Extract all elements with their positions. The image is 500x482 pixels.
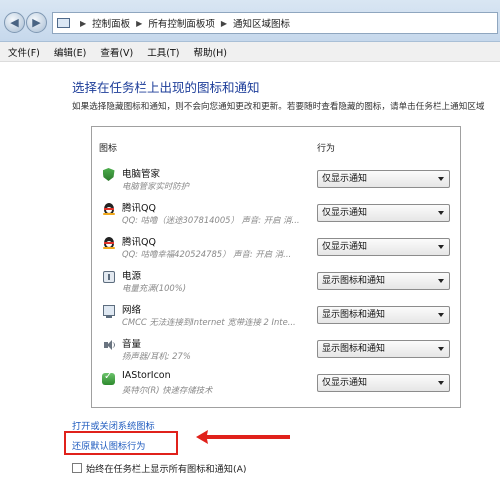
- network-icon: [102, 304, 115, 318]
- list-item: IAStorIcon 英特尔(R) 快速存储技术 仅显示通知: [92, 369, 460, 403]
- column-header-behavior: 行为: [317, 144, 336, 154]
- list-item: 腾讯QQ QQ: 咕噜（迷途307814005） 声音: 开启 消... 仅显示…: [92, 199, 460, 233]
- dropdown-arrow-icon: [438, 313, 444, 317]
- back-button[interactable]: ◀: [4, 12, 25, 33]
- item-name: IAStorIcon: [122, 370, 171, 381]
- item-name: 电源: [122, 271, 142, 282]
- breadcrumb-control-panel[interactable]: 控制面板: [92, 16, 130, 30]
- qq-icon: [102, 236, 115, 249]
- notification-icon-list[interactable]: 图标 行为 电脑管家 电脑管家实时防护 仅显示通知 腾讯QQ QQ: 咕噜（迷途…: [91, 126, 461, 408]
- list-item: 电源 电量充满(100%) 显示图标和通知: [92, 267, 460, 301]
- behavior-value: 仅显示通知: [322, 378, 368, 388]
- highlight-box: [64, 431, 178, 455]
- menu-help[interactable]: 帮助(H): [193, 45, 227, 59]
- item-description: 扬声器/耳机: 27%: [122, 351, 191, 361]
- page-title: 选择在任务栏上出现的图标和通知: [72, 80, 260, 95]
- item-name: 网络: [122, 305, 142, 316]
- breadcrumb-all-items[interactable]: 所有控制面板项: [148, 16, 215, 30]
- red-arrow-icon: [196, 430, 290, 444]
- item-description: CMCC 无法连接到Internet 宽带连接 2 Inte...: [122, 317, 296, 327]
- show-all-icons-option[interactable]: 始终在任务栏上显示所有图标和通知(A): [72, 461, 246, 475]
- dropdown-arrow-icon: [438, 245, 444, 249]
- item-description: 英特尔(R) 快速存储技术: [122, 385, 213, 395]
- dropdown-arrow-icon: [438, 347, 444, 351]
- item-description: QQ: 咕噜（迷途307814005） 声音: 开启 消...: [122, 215, 300, 225]
- breadcrumb-notification-icons[interactable]: 通知区域图标: [233, 16, 290, 30]
- item-name: 腾讯QQ: [122, 237, 156, 248]
- window-titlebar: ◀ ▶ ▶ 控制面板 ▶ 所有控制面板项 ▶ 通知区域图标: [0, 0, 500, 42]
- behavior-value: 显示图标和通知: [322, 276, 386, 286]
- behavior-select[interactable]: 仅显示通知: [317, 170, 450, 188]
- menu-edit[interactable]: 编辑(E): [54, 45, 86, 59]
- system-icons-link[interactable]: 打开或关闭系统图标: [72, 418, 155, 432]
- list-item: 音量 扬声器/耳机: 27% 显示图标和通知: [92, 335, 460, 369]
- item-name: 电脑管家: [122, 169, 161, 180]
- item-description: 电脑管家实时防护: [122, 181, 189, 191]
- menu-tools[interactable]: 工具(T): [147, 45, 179, 59]
- behavior-value: 仅显示通知: [322, 174, 368, 184]
- chevron-right-icon: ▶: [80, 18, 87, 28]
- volume-icon: [102, 338, 115, 351]
- behavior-select[interactable]: 显示图标和通知: [317, 272, 450, 290]
- menu-bar: 文件(F) 编辑(E) 查看(V) 工具(T) 帮助(H): [0, 42, 500, 62]
- dropdown-arrow-icon: [438, 279, 444, 283]
- list-item: 网络 CMCC 无法连接到Internet 宽带连接 2 Inte... 显示图…: [92, 301, 460, 335]
- item-name: 音量: [122, 339, 142, 350]
- menu-view[interactable]: 查看(V): [100, 45, 133, 59]
- address-bar[interactable]: ▶ 控制面板 ▶ 所有控制面板项 ▶ 通知区域图标: [52, 12, 498, 34]
- shield-icon: [102, 168, 115, 181]
- behavior-value: 仅显示通知: [322, 242, 368, 252]
- item-description: QQ: 咕噜幸福420524785） 声音: 开启 消...: [122, 249, 292, 259]
- list-item: 电脑管家 电脑管家实时防护 仅显示通知: [92, 165, 460, 199]
- column-header-icon: 图标: [99, 144, 118, 154]
- dropdown-arrow-icon: [438, 381, 444, 385]
- power-icon: [102, 270, 115, 283]
- qq-icon: [102, 202, 115, 215]
- chevron-right-icon: ▶: [220, 18, 227, 28]
- behavior-select[interactable]: 仅显示通知: [317, 374, 450, 392]
- iastor-icon: [102, 371, 115, 385]
- dropdown-arrow-icon: [438, 177, 444, 181]
- behavior-select[interactable]: 仅显示通知: [317, 238, 450, 256]
- item-name: 腾讯QQ: [122, 203, 156, 214]
- behavior-value: 显示图标和通知: [322, 310, 386, 320]
- dropdown-arrow-icon: [438, 211, 444, 215]
- item-description: 电量充满(100%): [122, 283, 186, 293]
- arrow-right-icon: ▶: [32, 16, 41, 29]
- behavior-select[interactable]: 显示图标和通知: [317, 340, 450, 358]
- chevron-right-icon: ▶: [136, 18, 143, 28]
- behavior-select[interactable]: 仅显示通知: [317, 204, 450, 222]
- computer-icon: [57, 18, 70, 28]
- show-all-icons-checkbox[interactable]: [72, 463, 82, 473]
- forward-button[interactable]: ▶: [26, 12, 47, 33]
- page-description: 如果选择隐藏图标和通知，则不会向您通知更改和更新。若要随时查看隐藏的图标，请单击…: [72, 102, 485, 112]
- behavior-value: 仅显示通知: [322, 208, 368, 218]
- list-item: 腾讯QQ QQ: 咕噜幸福420524785） 声音: 开启 消... 仅显示通…: [92, 233, 460, 267]
- menu-file[interactable]: 文件(F): [8, 45, 40, 59]
- behavior-select[interactable]: 显示图标和通知: [317, 306, 450, 324]
- checkbox-label: 始终在任务栏上显示所有图标和通知(A): [86, 464, 247, 475]
- behavior-value: 显示图标和通知: [322, 344, 386, 354]
- arrow-left-icon: ◀: [10, 16, 19, 29]
